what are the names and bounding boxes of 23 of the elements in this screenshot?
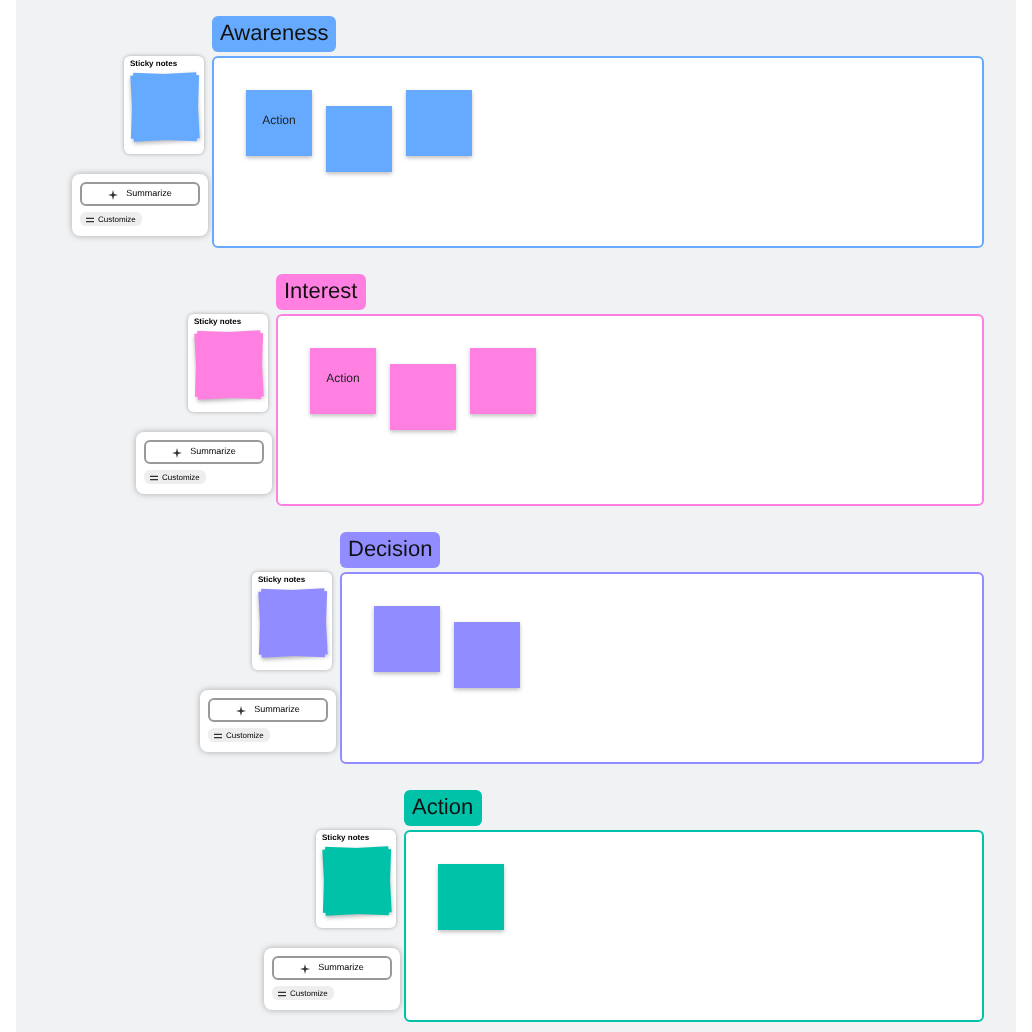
sticky-note-stack-icon [131, 74, 197, 140]
sliders-icon [86, 215, 94, 223]
sparkle-icon [300, 963, 311, 973]
sparkle-icon [236, 705, 247, 715]
sticky-note[interactable] [470, 348, 536, 414]
frame-label[interactable]: Awareness [212, 16, 337, 52]
frame-label[interactable]: Interest [276, 274, 366, 310]
sticky-note[interactable] [326, 106, 392, 172]
sticky-note[interactable] [374, 606, 440, 672]
sparkle-icon [108, 189, 119, 199]
sliders-icon [150, 473, 158, 481]
sticky-note[interactable] [390, 364, 456, 430]
sticky-note-stack-icon [195, 332, 261, 398]
sliders-icon [278, 989, 286, 997]
frame-label[interactable]: Action [404, 790, 482, 826]
sliders-icon [214, 731, 222, 739]
sticky-note[interactable] [454, 622, 520, 688]
sticky-note[interactable] [438, 864, 504, 930]
sparkle-icon [172, 447, 183, 457]
frame-label[interactable]: Decision [340, 532, 441, 568]
sticky-note-stack-icon [323, 848, 389, 914]
sticky-note[interactable] [406, 90, 472, 156]
sticky-note-stack-icon [259, 590, 325, 656]
